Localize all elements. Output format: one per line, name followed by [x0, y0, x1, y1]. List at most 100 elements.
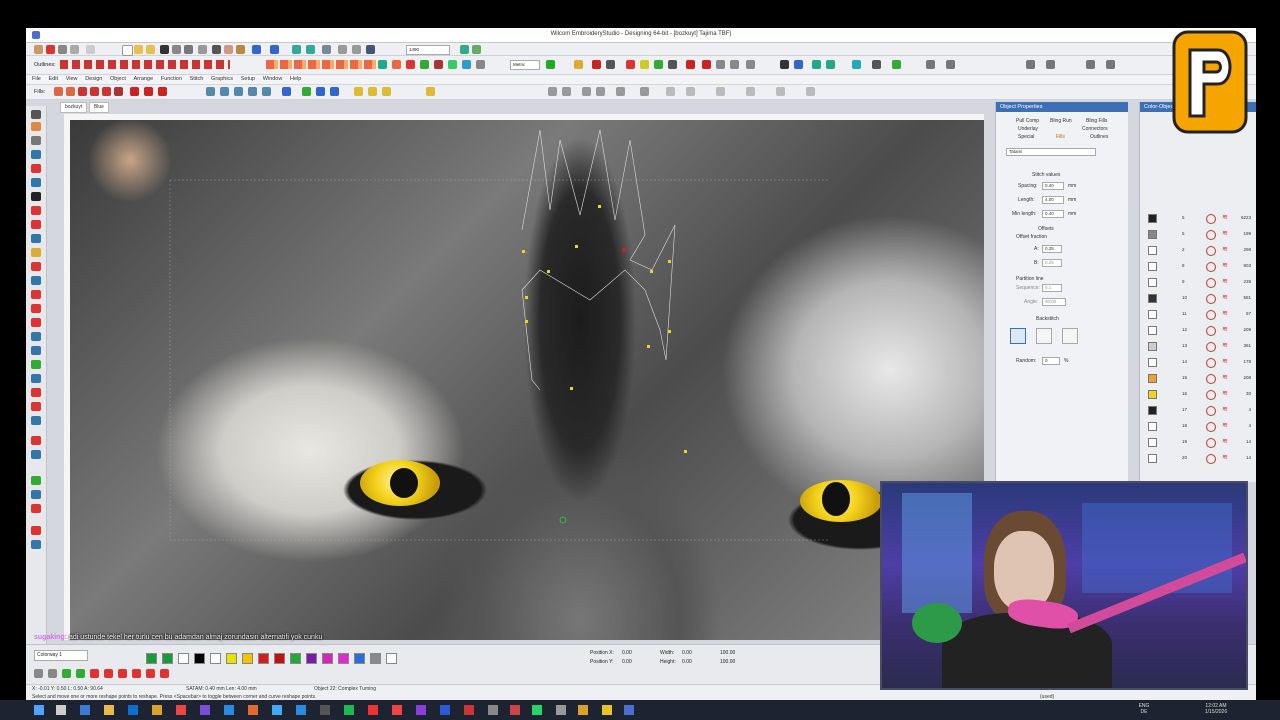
menu-window[interactable]: Window	[263, 75, 283, 84]
menu-view[interactable]: View	[66, 75, 78, 84]
palette-swatch[interactable]	[162, 653, 173, 664]
align-left-icon[interactable]	[206, 87, 215, 96]
reshape-tool-icon[interactable]	[31, 122, 41, 131]
digitize-icon[interactable]	[31, 164, 41, 173]
color-object-row[interactable]: 5 ≋ 6223	[1140, 210, 1256, 226]
export-icon[interactable]	[198, 45, 207, 54]
color-object-row[interactable]: 17 ≋ 4	[1140, 402, 1256, 418]
fill-radial-icon[interactable]	[90, 87, 99, 96]
color-object-row[interactable]: 12 ≋ 209	[1140, 322, 1256, 338]
lettering-icon[interactable]	[31, 150, 41, 159]
show-rulers-icon[interactable]	[146, 669, 155, 678]
column-icon[interactable]	[31, 290, 41, 299]
menu-file[interactable]: File	[32, 75, 41, 84]
obs-icon[interactable]	[320, 705, 330, 715]
start-icon[interactable]	[34, 705, 44, 715]
tab-connectors[interactable]: Connectors	[1082, 126, 1108, 132]
fill-contour-icon[interactable]	[102, 87, 111, 96]
show-guides-icon[interactable]	[132, 669, 141, 678]
shape-icon[interactable]	[1046, 60, 1055, 69]
info-icon[interactable]	[780, 60, 789, 69]
reshape-node[interactable]	[598, 205, 601, 208]
edge-icon[interactable]	[80, 705, 90, 715]
split-icon[interactable]	[946, 60, 955, 69]
color-object-row[interactable]: 8 ≋ 803	[1140, 258, 1256, 274]
pan-icon[interactable]	[352, 45, 361, 54]
complex-fill-icon[interactable]	[31, 304, 41, 313]
copy-icon[interactable]	[86, 45, 95, 54]
show-hoop-icon[interactable]	[76, 669, 85, 678]
show-icon[interactable]	[640, 87, 649, 96]
align-icon[interactable]	[812, 60, 821, 69]
backstitch-option-1[interactable]	[1010, 328, 1026, 344]
show-vector-icon[interactable]	[104, 669, 113, 678]
print-preview-icon[interactable]	[172, 45, 181, 54]
premiere-icon[interactable]	[416, 705, 426, 715]
palette-swatch[interactable]	[338, 653, 349, 664]
text-tool-icon[interactable]	[31, 136, 41, 145]
wilcom-icon[interactable]	[46, 45, 55, 54]
measure-icon[interactable]	[1086, 60, 1095, 69]
menu-edit[interactable]: Edit	[49, 75, 58, 84]
forward-icon[interactable]	[366, 45, 375, 54]
wilcom-taskbar-icon[interactable]	[624, 705, 634, 715]
view-mode-icon[interactable]	[34, 669, 43, 678]
app-icon-2[interactable]	[200, 705, 210, 715]
travel-start-icon[interactable]	[292, 45, 301, 54]
reshape-node[interactable]	[547, 270, 550, 273]
color-object-row[interactable]: 20 ≋ 14	[1140, 450, 1256, 466]
angle-input[interactable]: 90.00	[1042, 298, 1066, 306]
fill-program-icon[interactable]	[114, 87, 123, 96]
select-all-icon[interactable]	[382, 87, 391, 96]
center-icon[interactable]	[852, 60, 861, 69]
view-icon-1[interactable]	[548, 87, 557, 96]
reshape-node[interactable]	[525, 296, 528, 299]
paste-icon[interactable]	[236, 45, 245, 54]
align-top-icon[interactable]	[248, 87, 257, 96]
arrange-icon-5[interactable]	[776, 87, 785, 96]
word-icon[interactable]	[128, 705, 138, 715]
stitch-editor-icon[interactable]	[31, 402, 41, 411]
stop-icon[interactable]	[626, 60, 635, 69]
hoop-icon[interactable]	[472, 45, 481, 54]
menu-graphics[interactable]: Graphics	[211, 75, 233, 84]
illustrator-icon[interactable]	[248, 705, 258, 715]
settings-icon[interactable]	[58, 45, 67, 54]
app-icon-6[interactable]	[440, 705, 450, 715]
align-right-icon[interactable]	[234, 87, 243, 96]
grid-fill-icon[interactable]	[462, 60, 471, 69]
redo-icon[interactable]	[270, 45, 279, 54]
height-percent[interactable]: 100.00	[720, 659, 735, 665]
mirror-icon[interactable]	[302, 87, 311, 96]
fill-tatami-icon[interactable]	[54, 87, 63, 96]
hoop-tool-icon[interactable]	[31, 504, 41, 513]
menu-arrange[interactable]: Arrange	[134, 75, 154, 84]
tatami-icon[interactable]	[392, 60, 401, 69]
app-icon-4[interactable]	[296, 705, 306, 715]
new-file-icon[interactable]	[122, 45, 133, 56]
printer-icon[interactable]	[184, 45, 193, 54]
pattern-tool-icon[interactable]	[31, 346, 41, 355]
reshape-node[interactable]	[684, 450, 687, 453]
circle-tool-icon[interactable]	[31, 192, 41, 201]
app-icon-8[interactable]	[488, 705, 498, 715]
arrange-icon-1[interactable]	[666, 87, 675, 96]
select-object-icon[interactable]	[354, 87, 363, 96]
fill-type-select[interactable]: Tatami	[1006, 148, 1096, 156]
color-object-row[interactable]: 14 ≋ 178	[1140, 354, 1256, 370]
align-bottom-icon[interactable]	[262, 87, 271, 96]
tab-bozkuyt[interactable]: bozkuyt	[60, 102, 88, 113]
palette-swatch[interactable]	[354, 653, 365, 664]
position-y-value[interactable]: 0.00	[622, 659, 632, 665]
random-input[interactable]: 0	[1042, 357, 1060, 365]
show-artwork-icon[interactable]	[62, 669, 71, 678]
stemstitch-icon[interactable]	[31, 276, 41, 285]
edit-nodes-icon[interactable]	[31, 374, 41, 383]
reshape-node[interactable]	[525, 320, 528, 323]
unlock-object-icon[interactable]	[596, 87, 605, 96]
show-stitches-icon[interactable]	[48, 669, 57, 678]
color-object-row[interactable]: 16 ≋ 30	[1140, 386, 1256, 402]
align-center-icon[interactable]	[220, 87, 229, 96]
app-icon-3[interactable]	[224, 705, 234, 715]
reshape-node[interactable]	[647, 345, 650, 348]
